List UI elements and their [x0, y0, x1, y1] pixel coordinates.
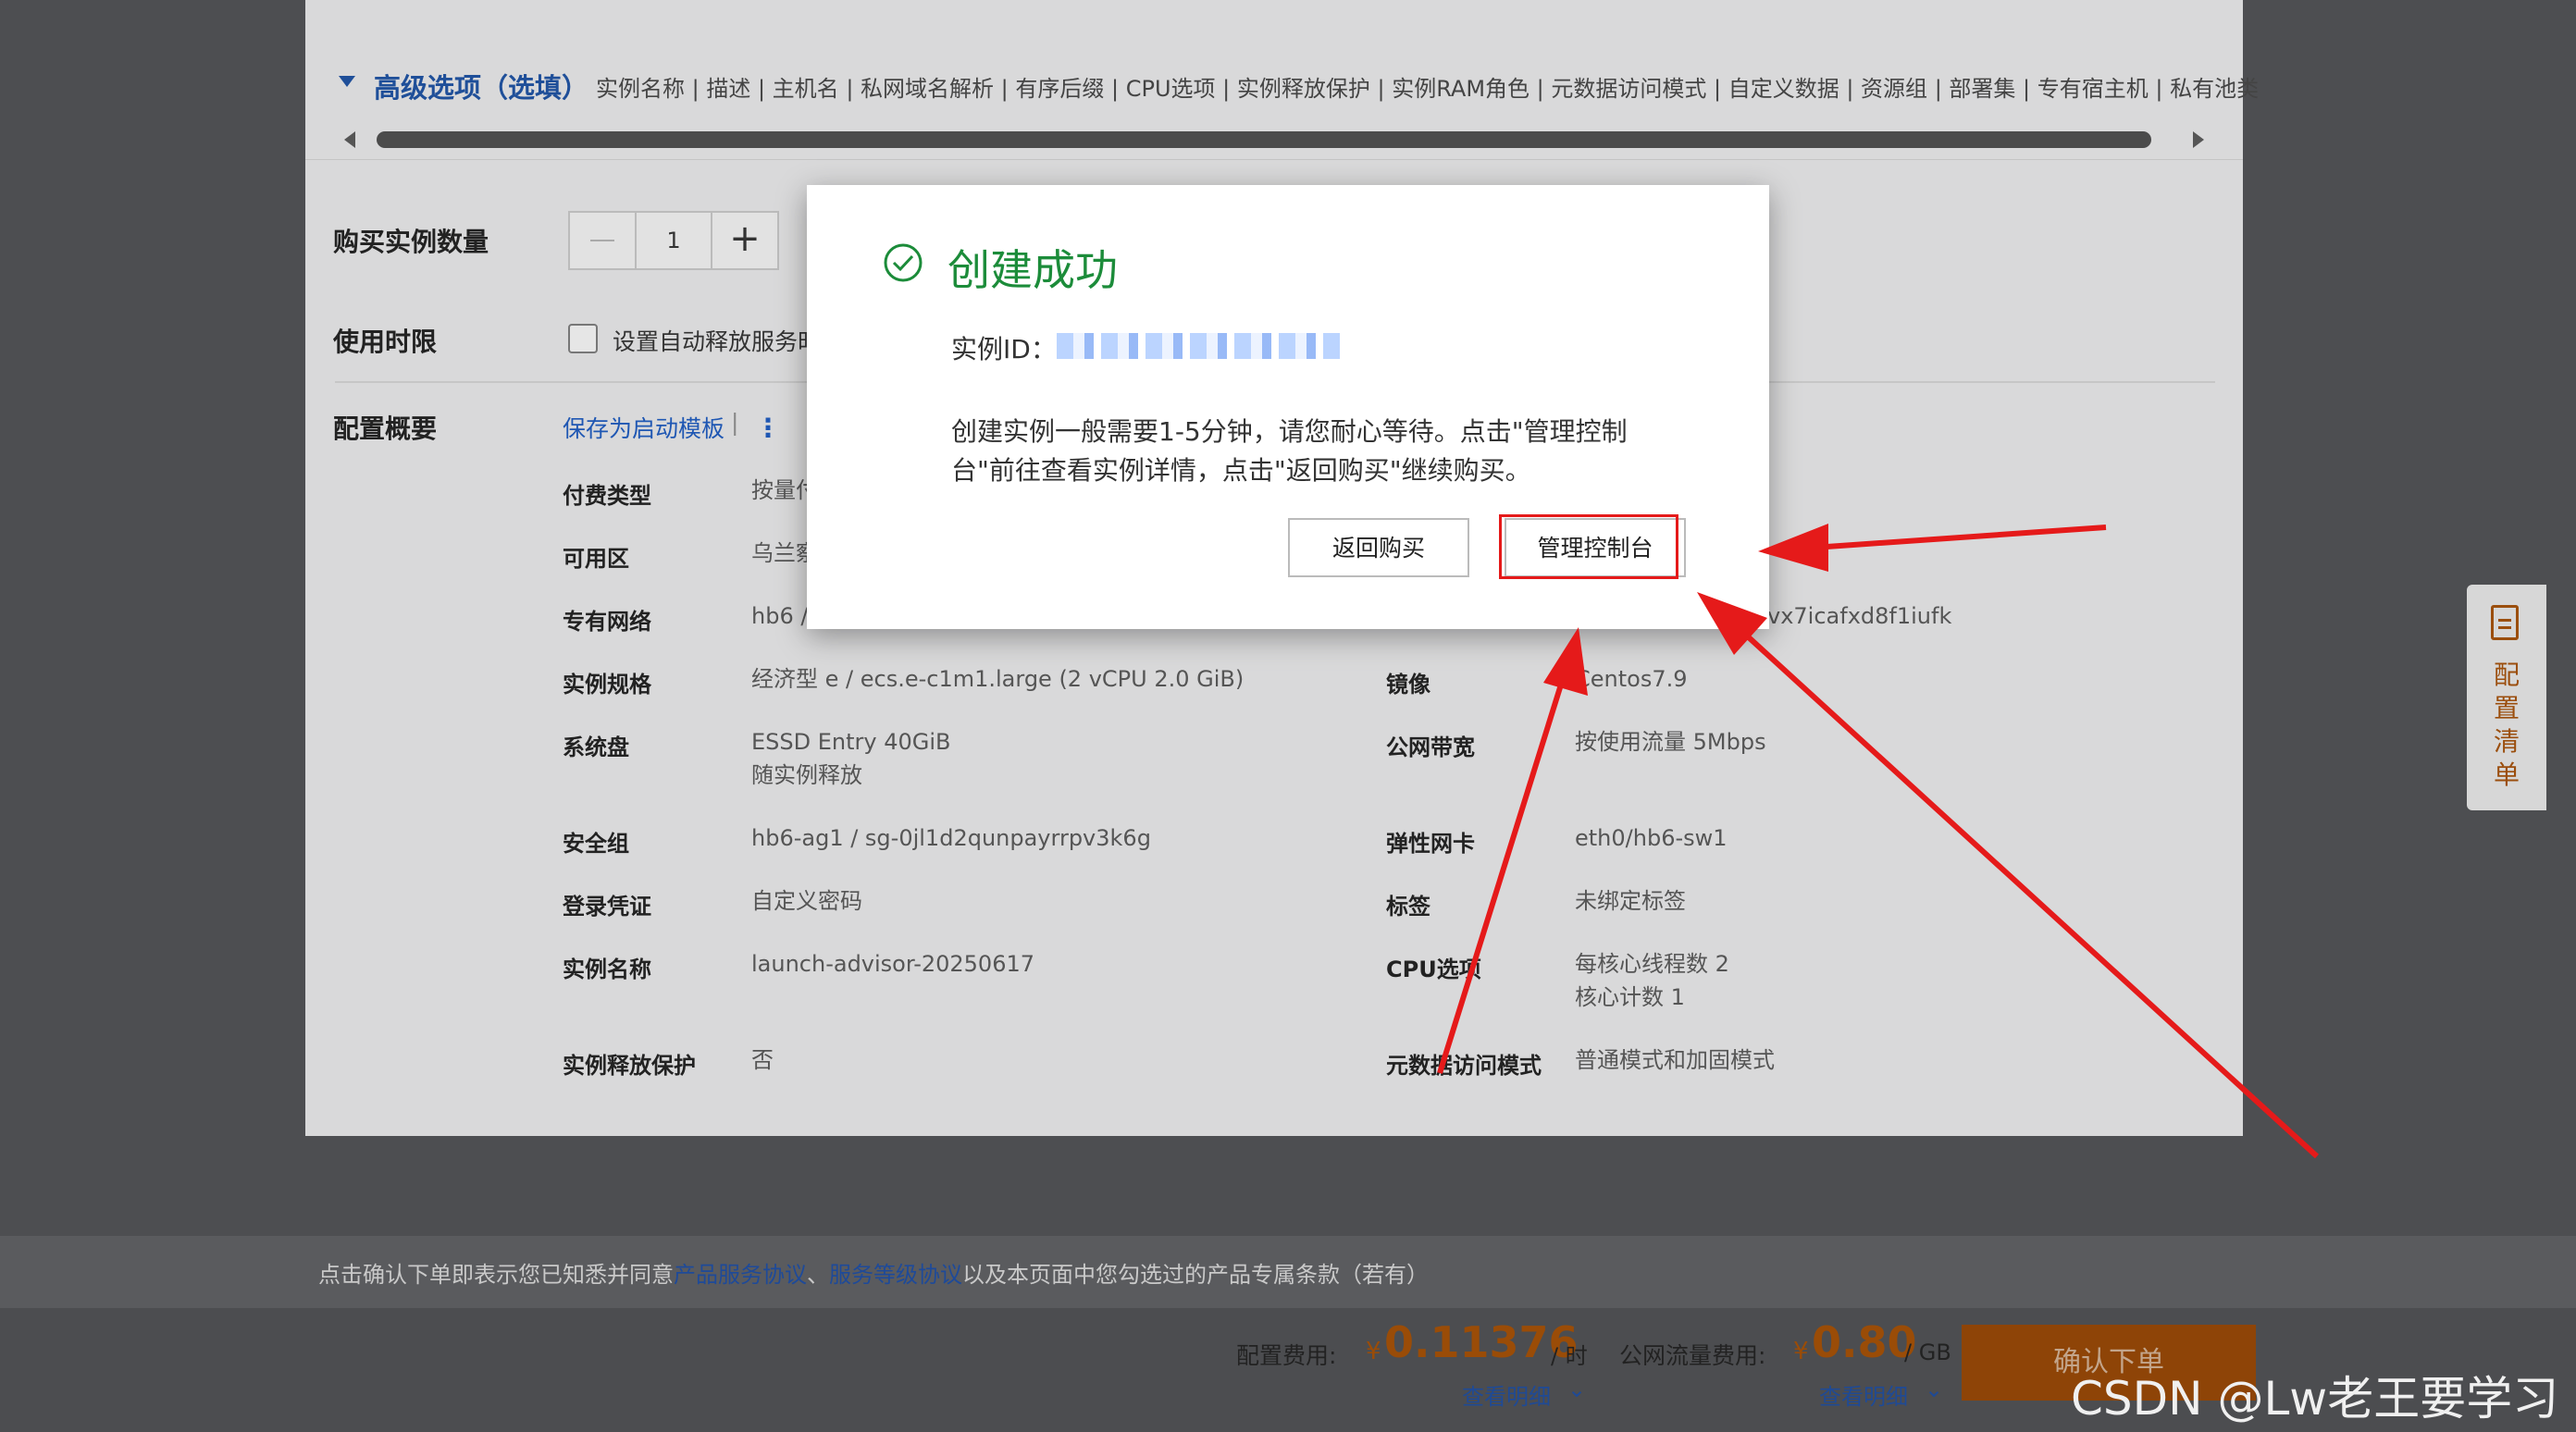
summary-key: 安全组: [563, 831, 629, 857]
annotation-highlight-box: [1499, 514, 1678, 579]
summary-key: 系统盘: [563, 735, 629, 760]
instance-id-label: 实例ID：: [951, 334, 1057, 364]
summary-key: 登录凭证: [563, 894, 651, 920]
advanced-options-items: 实例名称 | 描述 | 主机名 | 私网域名解析 | 有序后缀 | CPU选项 …: [596, 76, 2260, 102]
config-list-label: 配置清单: [2493, 660, 2520, 790]
config-list-tab[interactable]: 配置清单: [2467, 585, 2546, 810]
quantity-value[interactable]: 1: [637, 213, 711, 268]
duration-label: 使用时限: [333, 327, 438, 357]
link-separator: |: [731, 409, 739, 436]
summary-key: 镜像: [1386, 672, 1430, 697]
scroll-left-icon[interactable]: [344, 131, 355, 148]
traffic-detail-link[interactable]: 查看明细: [1819, 1378, 1908, 1411]
summary-value: ESSD Entry 40GiB: [751, 729, 951, 755]
config-fee-label: 配置费用:: [1236, 1342, 1337, 1369]
config-unit: / 时: [1551, 1343, 1588, 1369]
summary-key: 公网带宽: [1386, 735, 1475, 760]
summary-value-line2: 随实例释放: [751, 762, 862, 788]
quantity-stepper[interactable]: 1 +: [568, 211, 779, 270]
summary-key: 元数据访问模式: [1386, 1053, 1542, 1079]
summary-key: 实例名称: [563, 957, 651, 982]
sla-link[interactable]: 服务等级协议: [829, 1262, 962, 1288]
summary-key: CPU选项: [1386, 957, 1481, 982]
config-price: 0.11376: [1384, 1317, 1579, 1367]
increment-button[interactable]: +: [711, 213, 777, 268]
summary-value-line2: 核心计数 1: [1575, 984, 1685, 1010]
decrement-button[interactable]: [570, 213, 637, 268]
summary-value: 经济型 e / ecs.e-c1m1.large (2 vCPU 2.0 GiB…: [751, 666, 1245, 692]
check-circle-icon: [884, 243, 923, 282]
traffic-fee-label: 公网流量费用:: [1619, 1342, 1766, 1369]
summary-value: 普通模式和加固模式: [1575, 1047, 1775, 1073]
summary-value: 未绑定标签: [1575, 888, 1686, 914]
chevron-down-icon[interactable]: ⌄: [1567, 1376, 1586, 1402]
config-detail-link[interactable]: 查看明细: [1462, 1378, 1551, 1411]
summary-value: hb6-ag1 / sg-0jl1d2qunpayrrpv3k6g: [751, 825, 1151, 851]
dialog-title: 创建成功: [947, 245, 1118, 295]
traffic-currency: ¥: [1793, 1338, 1809, 1365]
summary-value: 自定义密码: [751, 888, 862, 914]
chevron-down-icon[interactable]: ⌄: [1925, 1376, 1943, 1402]
watermark: CSDN @Lw老王要学习: [2071, 1372, 2559, 1426]
back-to-purchase-button[interactable]: 返回购买: [1288, 518, 1469, 577]
agreement-sep: 、: [807, 1262, 829, 1288]
quantity-label: 购买实例数量: [333, 227, 489, 257]
auto-release-label: 设置自动释放服务时: [613, 328, 822, 355]
summary-value: launch-advisor-20250617: [751, 951, 1035, 977]
summary-key: 实例释放保护: [563, 1053, 696, 1079]
product-service-agreement-link[interactable]: 产品服务协议: [674, 1262, 807, 1288]
scroll-right-icon[interactable]: [2193, 131, 2204, 148]
summary-key: 专有网络: [563, 609, 651, 635]
horizontal-scrollbar[interactable]: [344, 128, 2204, 154]
dialog-description: 创建实例一般需要1-5分钟，请您耐心等待。点击"管理控制台"前往查看实例详情，点…: [951, 416, 1628, 486]
summary-key: 标签: [1386, 894, 1430, 920]
summary-key: 实例规格: [563, 672, 651, 697]
summary-value: 每核心线程数 2: [1575, 951, 1729, 977]
document-icon: [2491, 605, 2519, 640]
caret-down-icon[interactable]: [339, 76, 355, 87]
summary-key: 付费类型: [563, 483, 651, 509]
agreement-suffix: 以及本页面中您勾选过的产品专属条款（若有）: [962, 1262, 1429, 1288]
agreement-prefix: 点击确认下单即表示您已知悉并同意: [318, 1262, 674, 1288]
scrollbar-thumb[interactable]: [377, 131, 2151, 148]
config-currency: ¥: [1366, 1338, 1381, 1365]
summary-value: vx7icafxd8f1iufk: [1767, 603, 1952, 629]
summary-value: Centos7.9: [1575, 666, 1688, 692]
more-icon[interactable]: ⋮: [755, 413, 781, 443]
instance-id-redacted: [1057, 333, 1340, 359]
traffic-unit: / GB: [1904, 1339, 1951, 1365]
traffic-price: 0.80: [1812, 1317, 1917, 1367]
summary-key: 可用区: [563, 546, 629, 572]
save-template-link[interactable]: 保存为启动模板: [563, 411, 724, 444]
summary-value: eth0/hb6-sw1: [1575, 825, 1728, 851]
summary-key: 弹性网卡: [1386, 831, 1475, 857]
auto-release-checkbox[interactable]: [568, 324, 598, 353]
agreement-text: 点击确认下单即表示您已知悉并同意产品服务协议、服务等级协议以及本页面中您勾选过的…: [318, 1256, 1429, 1289]
summary-value: 否: [751, 1047, 774, 1073]
advanced-options-title[interactable]: 高级选项（选填）: [374, 67, 588, 105]
summary-label: 配置概要: [333, 414, 438, 444]
summary-value: 按使用流量 5Mbps: [1575, 729, 1766, 755]
